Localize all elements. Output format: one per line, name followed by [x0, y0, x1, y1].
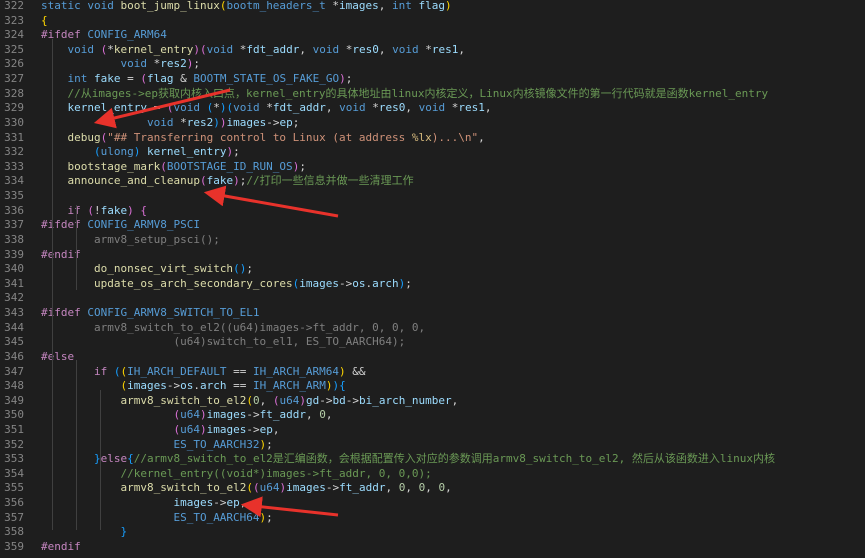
- red-arrow-images-ep: [240, 496, 339, 518]
- annotation-arrows: [93, 88, 339, 518]
- red-arrow-kernel-entry: [93, 88, 231, 129]
- red-arrow-announce-cleanup: [203, 185, 339, 218]
